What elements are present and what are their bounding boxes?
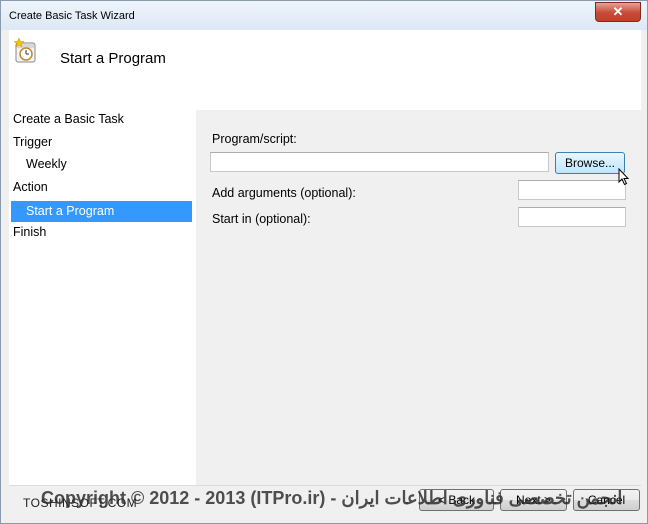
add-arguments-input[interactable] <box>518 180 626 200</box>
program-script-input[interactable] <box>210 152 549 172</box>
footer-separator <box>9 485 641 486</box>
step-weekly[interactable]: Weekly <box>26 155 67 173</box>
copyright-watermark: Copyright © 2012 - 2013 (ITPro.ir) - انج… <box>41 488 623 508</box>
start-in-input[interactable] <box>518 207 626 227</box>
close-icon: ✕ <box>612 4 624 19</box>
step-trigger[interactable]: Trigger <box>13 133 52 151</box>
close-button[interactable]: ✕ <box>595 2 641 22</box>
task-clock-icon <box>13 38 36 63</box>
page-title: Start a Program <box>60 50 166 67</box>
step-start-a-program[interactable]: Start a Program <box>11 201 192 222</box>
program-script-label: Program/script: <box>212 132 297 146</box>
browse-button-label: Browse... <box>564 156 615 170</box>
step-finish[interactable]: Finish <box>13 223 46 241</box>
title-bar[interactable]: Create Basic Task Wizard ✕ <box>1 1 647 30</box>
start-in-label: Start in (optional): <box>212 212 311 226</box>
step-create-basic-task[interactable]: Create a Basic Task <box>13 110 124 128</box>
wizard-steps-pane: Create a Basic Task Trigger Weekly Actio… <box>9 110 196 485</box>
window-title: Create Basic Task Wizard <box>9 10 135 22</box>
step-action[interactable]: Action <box>13 178 48 196</box>
wizard-header: Start a Program <box>9 30 641 110</box>
add-arguments-label: Add arguments (optional): <box>212 186 356 200</box>
mouse-pointer-icon <box>618 168 630 186</box>
wizard-window: Create Basic Task Wizard ✕ Start a Progr… <box>0 0 648 524</box>
browse-button[interactable]: Browse... <box>555 152 625 174</box>
